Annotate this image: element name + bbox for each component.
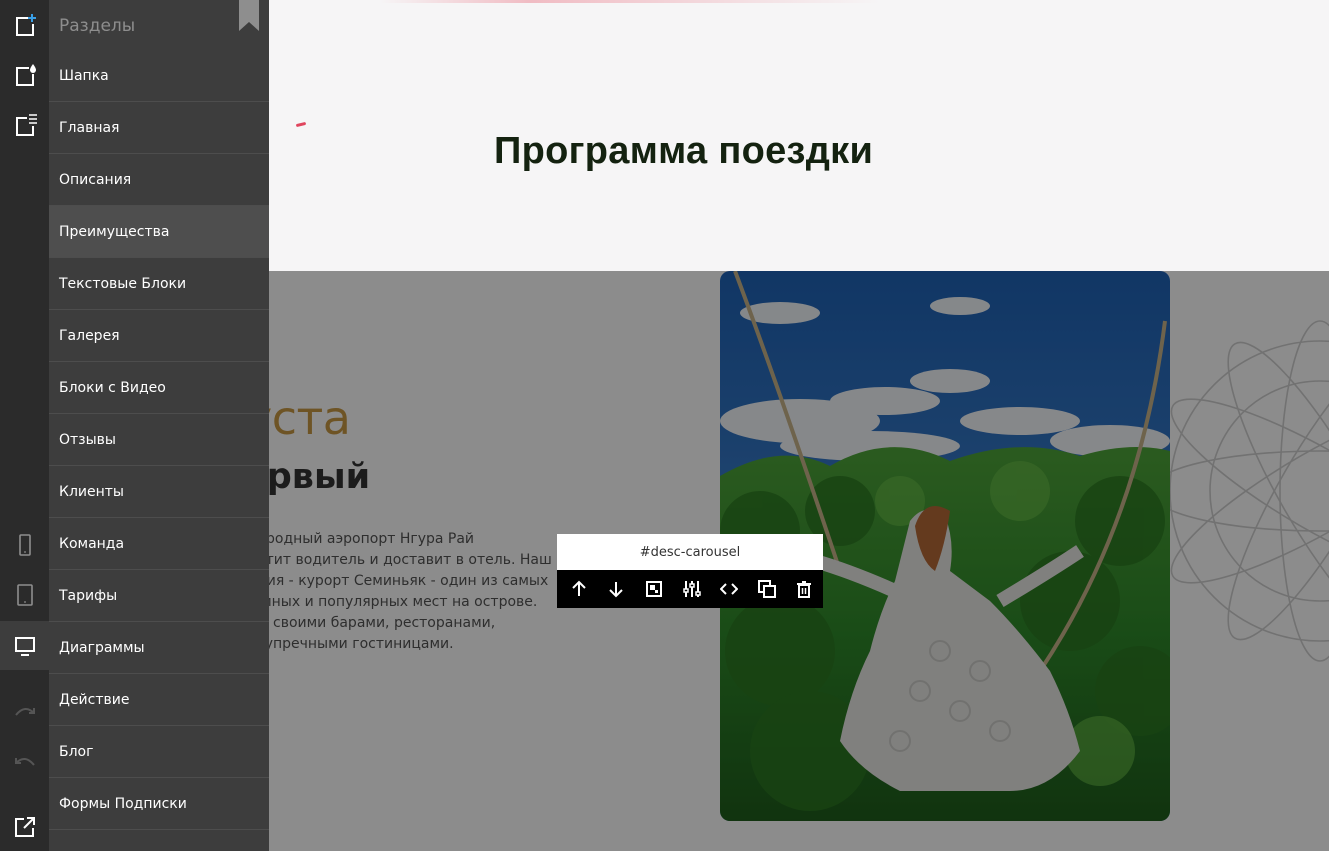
panel-title: Разделы — [59, 16, 136, 36]
block-tools — [557, 570, 823, 608]
add-section-icon — [15, 13, 36, 36]
desktop-view-icon — [14, 636, 35, 656]
settings-button[interactable] — [673, 570, 711, 608]
redo-icon — [14, 707, 35, 716]
section-item-blog[interactable]: Блог — [49, 726, 269, 778]
section-item-team[interactable]: Команда — [49, 518, 269, 570]
section-style-icon — [15, 63, 36, 86]
mobile-view-button[interactable] — [0, 520, 49, 569]
section-item-text-blocks[interactable]: Текстовые Блоки — [49, 258, 269, 310]
bookmark-icon[interactable] — [239, 0, 259, 31]
mobile-view-icon — [18, 533, 31, 556]
section-list-icon — [15, 113, 37, 136]
section-list-button[interactable] — [0, 100, 49, 149]
section-item-subscribe-forms[interactable]: Формы Подписки — [49, 778, 269, 830]
sections-list: Шапка Главная Описания Преимущества Текс… — [49, 50, 269, 830]
section-item-pricing[interactable]: Тарифы — [49, 570, 269, 622]
section-item-gallery[interactable]: Галерея — [49, 310, 269, 362]
delete-icon — [797, 581, 812, 598]
sections-panel: Разделы Шапка Главная Описания Преимущес… — [49, 0, 269, 851]
decorative-line — [380, 0, 880, 3]
section-item-video-blocks[interactable]: Блоки с Видео — [49, 362, 269, 414]
desktop-view-button[interactable] — [0, 621, 49, 670]
section-item-preimushchestva[interactable]: Преимущества — [49, 206, 269, 258]
external-link-icon — [14, 816, 35, 837]
move-up-button[interactable] — [560, 570, 598, 608]
move-down-icon — [609, 582, 624, 598]
section-item-clients[interactable]: Клиенты — [49, 466, 269, 518]
code-icon — [720, 583, 739, 595]
open-external-button[interactable] — [0, 802, 49, 851]
resize-icon — [645, 581, 662, 597]
section-item-reviews[interactable]: Отзывы — [49, 414, 269, 466]
tablet-view-button[interactable] — [0, 570, 49, 619]
settings-sliders-icon — [682, 581, 701, 597]
code-button[interactable] — [710, 570, 748, 608]
decorative-mark — [295, 121, 307, 128]
move-up-icon — [572, 580, 586, 596]
section-title: Программа поездки — [494, 130, 874, 172]
tablet-view-icon — [16, 583, 33, 606]
section-item-opisaniya[interactable]: Описания — [49, 154, 269, 206]
duplicate-button[interactable] — [748, 570, 786, 608]
delete-button[interactable] — [785, 570, 823, 608]
move-down-button[interactable] — [598, 570, 636, 608]
resize-button[interactable] — [635, 570, 673, 608]
block-id-label: #desc-carousel — [557, 534, 823, 570]
section-style-button[interactable] — [0, 50, 49, 99]
duplicate-icon — [757, 580, 776, 598]
section-item-glavnaya[interactable]: Главная — [49, 102, 269, 154]
block-toolbar: #desc-carousel — [557, 534, 823, 608]
redo-button[interactable] — [0, 686, 49, 735]
add-section-button[interactable] — [0, 0, 49, 49]
section-item-action[interactable]: Действие — [49, 674, 269, 726]
section-item-shapka[interactable]: Шапка — [49, 50, 269, 102]
undo-icon — [14, 757, 35, 766]
undo-button[interactable] — [0, 736, 49, 785]
editor-rail — [0, 0, 49, 851]
section-item-charts[interactable]: Диаграммы — [49, 622, 269, 674]
